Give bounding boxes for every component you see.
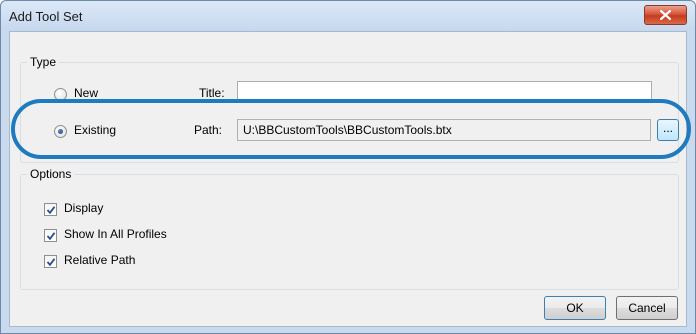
display-checkbox[interactable] (44, 203, 57, 216)
dialog-body: Type New Title: Existing Path: U:\BBCust… (9, 31, 687, 327)
new-radio-label: New (74, 86, 99, 100)
window-title: Add Tool Set (9, 9, 83, 24)
show-in-all-profiles-checkbox-label: Show In All Profiles (64, 227, 167, 241)
options-group-legend: Options (27, 167, 75, 181)
checkmark-icon (46, 258, 56, 267)
path-input[interactable]: U:\BBCustomTools\BBCustomTools.btx (237, 119, 651, 141)
checkmark-icon (46, 232, 56, 241)
existing-radio-label: Existing (74, 123, 117, 137)
existing-radio[interactable] (54, 125, 67, 138)
title-input[interactable] (237, 81, 652, 101)
type-group-legend: Type (27, 55, 60, 69)
cancel-button[interactable]: Cancel (616, 296, 678, 320)
relative-path-checkbox[interactable] (44, 255, 57, 268)
type-group: Type New Title: Existing Path: U:\BBCust… (20, 55, 679, 163)
existing-radio-dot (58, 129, 63, 134)
show-in-all-profiles-checkbox[interactable] (44, 229, 57, 242)
ok-button[interactable]: OK (544, 296, 606, 320)
close-button[interactable] (644, 5, 687, 25)
new-radio[interactable] (54, 88, 67, 101)
checkmark-icon (46, 206, 56, 215)
relative-path-checkbox-label: Relative Path (64, 253, 136, 267)
title-bar[interactable]: Add Tool Set (1, 1, 695, 31)
path-field-label: Path: (194, 123, 223, 137)
title-field-label: Title: (199, 86, 225, 100)
options-group: Options Display Show In All Profiles Rel… (20, 167, 679, 290)
close-icon (660, 10, 671, 20)
browse-button[interactable]: ... (657, 119, 679, 141)
add-tool-set-dialog: Add Tool Set Type New Title: Existing Pa… (0, 0, 696, 334)
display-checkbox-label: Display (64, 201, 104, 215)
